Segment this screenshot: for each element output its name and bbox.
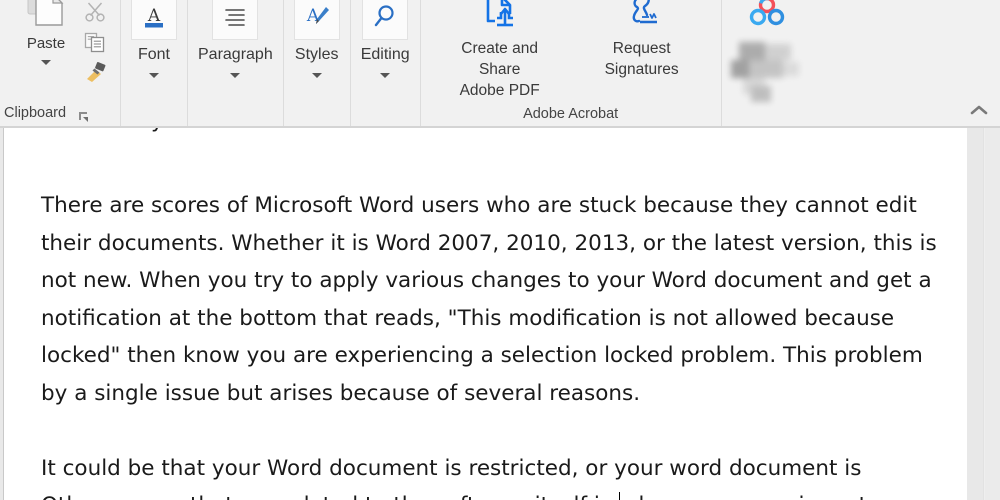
request-signatures-button[interactable]: Request Signatures (571, 0, 713, 80)
doc-line: There are scores of Microsoft Word users… (41, 193, 917, 218)
paragraph-label: Paragraph (198, 46, 273, 63)
ribbon-group-clipboard: Paste Clipboard (0, 0, 120, 126)
styles-label: Styles (294, 46, 339, 63)
ribbon-group-editing: Editing (349, 0, 420, 126)
create-and-share-adobe-pdf-label: Create and Share Adobe PDF (439, 38, 561, 101)
cut-button[interactable] (80, 0, 110, 28)
pdf-upload-icon (480, 0, 520, 36)
editing-label: Editing (360, 46, 410, 63)
ribbon-group-font: A Font (120, 0, 187, 126)
paragraph-group-label (188, 100, 283, 126)
acrobat-group-label: Adobe Acrobat (523, 106, 619, 122)
word-window: Paste Clipboard A Font Paragraph A Style… (0, 0, 1000, 500)
cut-scissors-icon (84, 1, 106, 28)
acrobat-body: Create and Share Adobe PDF Request Signa… (421, 0, 721, 101)
dialog-launcher-icon[interactable] (78, 106, 90, 123)
clipboard-inner: Paste (10, 0, 110, 88)
acrobat-btn1-line2: Adobe PDF (459, 82, 540, 99)
styles-a-brush-icon: A (293, 0, 340, 40)
font-button[interactable]: A Font (121, 0, 187, 100)
font-dropdown-chevron-icon[interactable] (149, 73, 159, 78)
paragraph-lines-icon (212, 0, 259, 40)
acrobat-btn2-line2: Signatures (604, 61, 679, 78)
ribbon: Paste Clipboard A Font Paragraph A Style… (0, 0, 1000, 128)
acrobat-btn2-line1: Request (612, 40, 671, 57)
document-area[interactable]: y There are scores of Microsoft Word use… (0, 128, 1000, 500)
ribbon-group-paragraph: Paragraph (187, 0, 283, 126)
scrollbar-track-gap (967, 128, 983, 500)
request-signatures-label: Request Signatures (605, 38, 679, 80)
ribbon-groups: Paste Clipboard A Font Paragraph A Style… (0, 0, 813, 126)
font-group-label (121, 100, 187, 126)
editing-magnifier-icon (362, 0, 409, 40)
paragraph-button[interactable]: Paragraph (188, 0, 283, 100)
doc-line: notification at the bottom that reads, "… (41, 305, 895, 331)
styles-body: A Styles (284, 0, 350, 100)
document-page[interactable]: y There are scores of Microsoft Word use… (5, 128, 967, 500)
create-and-share-adobe-pdf-button[interactable]: Create and Share Adobe PDF (429, 0, 571, 101)
paste-button[interactable]: Paste (14, 0, 78, 65)
format-painter-icon (83, 61, 107, 88)
paste-label: Paste (26, 35, 66, 52)
font-body: A Font (121, 0, 187, 100)
addin-body (729, 0, 805, 102)
caret-line-before: Other causes that are related to the sof… (41, 493, 618, 500)
editing-dropdown-chevron-icon[interactable] (380, 73, 391, 78)
styles-button[interactable]: A Styles (284, 0, 350, 100)
acrobat-inner: Create and Share Adobe PDF Request Signa… (421, 0, 721, 101)
caret-line-after: when you are using a t (621, 493, 867, 500)
paragraph-body: Paragraph (188, 0, 283, 100)
doc-spacer (41, 128, 967, 150)
doc-line: It could be that your Word document is r… (41, 455, 862, 481)
styles-group-label (284, 100, 350, 126)
editing-button[interactable]: Editing (351, 0, 420, 100)
doc-line: their documents. Whether it is Word 2007… (41, 230, 937, 256)
doc-spacer-2 (41, 150, 967, 188)
scroll-thumb[interactable] (985, 128, 1000, 500)
font-label: Font (137, 46, 170, 63)
editing-group-label (351, 100, 420, 126)
request-signatures-icon (622, 0, 662, 36)
styles-dropdown-chevron-icon[interactable] (311, 73, 322, 78)
paste-icon (20, 0, 72, 34)
doc-line-with-caret: Other causes that are related to the sof… (41, 487, 967, 500)
page-left-edge (0, 128, 4, 500)
clipboard-small-buttons (80, 0, 110, 88)
addin-button[interactable] (729, 0, 805, 102)
three-rings-addin-icon (746, 0, 788, 34)
doc-line: locked" then know you are experiencing a… (41, 343, 923, 368)
acrobat-btn1-line1: Create and Share (461, 40, 538, 78)
addin-label-blurred (729, 40, 805, 102)
svg-text:A: A (306, 6, 320, 26)
addin-group-label (722, 102, 813, 126)
doc-line: not new. When you try to apply various c… (41, 268, 932, 293)
clipboard-group-label-text: Clipboard (4, 105, 67, 121)
font-a-underline-icon: A (131, 0, 177, 40)
ribbon-group-addin (720, 0, 813, 126)
ribbon-group-styles: A Styles (282, 0, 350, 126)
copy-button[interactable] (80, 30, 110, 58)
clipboard-body: Paste (10, 0, 110, 100)
clipboard-group-label: Clipboard (0, 100, 124, 126)
document-text[interactable]: There are scores of Microsoft Word users… (41, 128, 967, 500)
vertical-scrollbar[interactable] (983, 128, 1000, 500)
paragraph-dropdown-chevron-icon[interactable] (230, 73, 241, 78)
format-painter-button[interactable] (80, 60, 110, 88)
doc-line: by a single issue but arises because of … (41, 380, 641, 406)
ribbon-group-acrobat: Create and Share Adobe PDF Request Signa… (419, 0, 721, 126)
text-cursor-caret (618, 492, 620, 500)
paste-dropdown-chevron-icon[interactable] (41, 60, 51, 65)
copy-icon (84, 31, 106, 58)
editing-body: Editing (351, 0, 420, 100)
collapse-ribbon-chevron-icon[interactable] (968, 100, 990, 120)
